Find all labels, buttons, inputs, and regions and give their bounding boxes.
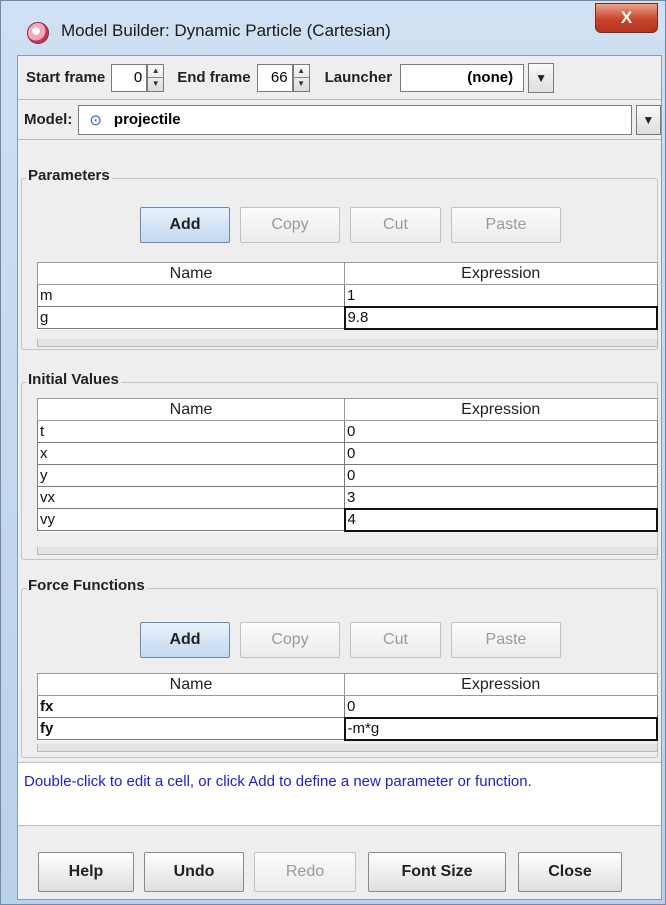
cell-expression[interactable]: -m*g <box>343 716 658 741</box>
cell-expression[interactable]: 4 <box>343 507 658 532</box>
cell-expression[interactable]: 9.8 <box>343 305 658 330</box>
cell-expression[interactable]: 0 <box>344 464 658 487</box>
table-row[interactable]: m 1 <box>37 284 658 307</box>
cell-name[interactable]: m <box>37 284 345 307</box>
parameters-add-button[interactable]: Add <box>140 207 230 243</box>
parameters-table: Name Expression m 1 g 9.8 <box>37 262 658 330</box>
model-builder-window: Model Builder: Dynamic Particle (Cartesi… <box>0 0 666 905</box>
cell-name[interactable]: t <box>37 420 345 443</box>
force-functions-table: Name Expression fx 0 fy -m*g <box>37 673 658 741</box>
model-select[interactable]: ⊙ projectile <box>78 104 632 135</box>
chevron-down-icon[interactable]: ▼ <box>635 104 661 135</box>
window-title: Model Builder: Dynamic Particle (Cartesi… <box>61 21 391 40</box>
column-header-name[interactable]: Name <box>37 673 345 696</box>
cell-name[interactable]: x <box>37 442 345 465</box>
end-frame-input[interactable]: 66 <box>256 63 293 92</box>
force-add-button[interactable]: Add <box>140 622 230 658</box>
spin-down-icon[interactable]: ▼ <box>293 77 309 91</box>
model-label: Model: <box>24 111 73 128</box>
app-icon <box>27 22 49 44</box>
force-copy-button[interactable]: Copy <box>240 622 340 658</box>
start-frame-input[interactable]: 0 <box>111 63 148 92</box>
font-size-button[interactable]: Font Size <box>368 852 506 892</box>
table-row[interactable]: g 9.8 <box>37 305 658 330</box>
parameters-title: Parameters <box>26 167 112 184</box>
help-button[interactable]: Help <box>38 852 134 892</box>
spin-up-icon[interactable]: ▲ <box>148 65 163 78</box>
model-toolbar: Model: ⊙ projectile ▼ <box>18 100 661 140</box>
close-button[interactable]: Close <box>518 852 622 892</box>
table-filler <box>37 744 658 752</box>
table-row[interactable]: y 0 <box>37 464 658 487</box>
table-row[interactable]: fy -m*g <box>37 716 658 741</box>
model-radio-icon: ⊙ <box>89 111 102 129</box>
cell-expression[interactable]: 0 <box>344 695 658 718</box>
model-value: projectile <box>113 111 181 128</box>
column-header-expression[interactable]: Expression <box>344 262 658 285</box>
force-paste-button[interactable]: Paste <box>451 622 561 658</box>
column-header-expression[interactable]: Expression <box>344 673 658 696</box>
cell-expression[interactable]: 0 <box>344 442 658 465</box>
table-row[interactable]: vx 3 <box>37 486 658 509</box>
cell-name[interactable]: g <box>37 306 345 329</box>
status-hint: Double-click to edit a cell, or click Ad… <box>18 762 661 826</box>
cell-name[interactable]: y <box>37 464 345 487</box>
parameters-copy-button[interactable]: Copy <box>240 207 340 243</box>
end-frame-spinner[interactable]: ▲ ▼ <box>292 63 310 92</box>
column-header-name[interactable]: Name <box>37 398 345 421</box>
cell-name[interactable]: vy <box>37 508 345 531</box>
column-header-expression[interactable]: Expression <box>344 398 658 421</box>
parameters-cut-button[interactable]: Cut <box>350 207 441 243</box>
table-filler <box>37 339 658 347</box>
table-header: Name Expression <box>37 262 658 285</box>
parameters-toolbar: Add Copy Cut Paste <box>140 207 561 243</box>
window-content: Start frame 0 ▲ ▼ End frame 66 ▲ ▼ Launc… <box>17 55 662 900</box>
table-row[interactable]: vy 4 <box>37 507 658 532</box>
table-row[interactable]: t 0 <box>37 420 658 443</box>
force-cut-button[interactable]: Cut <box>350 622 441 658</box>
table-filler <box>37 547 658 555</box>
table-header: Name Expression <box>37 398 658 421</box>
initial-values-table: Name Expression t 0 x 0 y 0 vx 3 vy 4 <box>37 398 658 532</box>
table-header: Name Expression <box>37 673 658 696</box>
chevron-down-icon[interactable]: ▼ <box>528 62 555 93</box>
table-row[interactable]: x 0 <box>37 442 658 465</box>
title-bar[interactable]: Model Builder: Dynamic Particle (Cartesi… <box>1 1 665 55</box>
spin-down-icon[interactable]: ▼ <box>148 77 164 91</box>
parameters-paste-button[interactable]: Paste <box>451 207 561 243</box>
cell-name[interactable]: vx <box>37 486 345 509</box>
cell-name[interactable]: fy <box>37 717 345 740</box>
start-frame-label: Start frame <box>26 69 106 86</box>
undo-button[interactable]: Undo <box>144 852 244 892</box>
force-functions-title: Force Functions <box>26 577 147 594</box>
redo-button[interactable]: Redo <box>254 852 356 892</box>
cell-expression[interactable]: 1 <box>344 284 658 307</box>
cell-name[interactable]: fx <box>37 695 345 718</box>
spin-up-icon[interactable]: ▲ <box>294 65 309 78</box>
window-close-button[interactable]: X <box>595 3 658 33</box>
initial-values-title: Initial Values <box>26 371 121 388</box>
table-row[interactable]: fx 0 <box>37 695 658 718</box>
cell-expression[interactable]: 3 <box>344 486 658 509</box>
end-frame-label: End frame <box>177 69 251 86</box>
column-header-name[interactable]: Name <box>37 262 345 285</box>
footer-toolbar: Help Undo Redo Font Size Close <box>18 846 661 900</box>
start-frame-spinner[interactable]: ▲ ▼ <box>147 63 165 92</box>
force-functions-toolbar: Add Copy Cut Paste <box>140 622 561 658</box>
launcher-label: Launcher <box>324 69 393 86</box>
cell-expression[interactable]: 0 <box>344 420 658 443</box>
launcher-select[interactable]: (none) <box>400 63 525 92</box>
frame-toolbar: Start frame 0 ▲ ▼ End frame 66 ▲ ▼ Launc… <box>18 56 661 100</box>
